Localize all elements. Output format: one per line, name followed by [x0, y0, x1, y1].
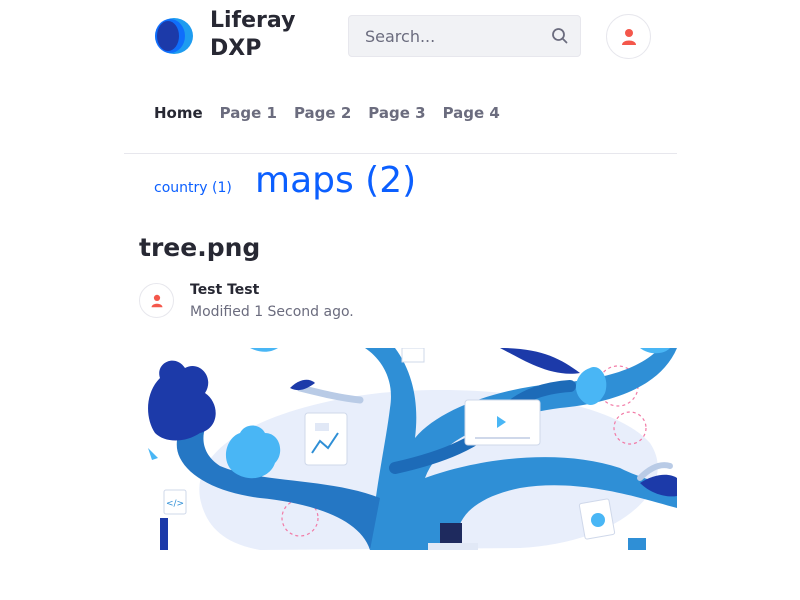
- nav-item-page-4[interactable]: Page 4: [443, 104, 500, 122]
- nav-item-page-1[interactable]: Page 1: [220, 104, 277, 122]
- nav-item-page-2[interactable]: Page 2: [294, 104, 351, 122]
- nav-item-page-3[interactable]: Page 3: [368, 104, 425, 122]
- user-icon: [622, 29, 636, 45]
- header-divider: [124, 153, 677, 154]
- search-input[interactable]: [349, 16, 539, 56]
- site-name[interactable]: Liferay DXP: [210, 7, 330, 63]
- liferay-logo-icon[interactable]: [152, 17, 194, 55]
- author-name: Test Test: [190, 282, 260, 298]
- tag-maps[interactable]: maps (2): [255, 159, 416, 203]
- document-title: tree.png: [139, 233, 261, 262]
- modified-date: Modified 1 Second ago.: [190, 304, 354, 320]
- tree-illustration-icon: </>: [148, 348, 677, 550]
- nav-item-home[interactable]: Home: [154, 104, 203, 122]
- author-avatar: [139, 283, 174, 318]
- user-menu-button[interactable]: [606, 14, 651, 59]
- search-icon[interactable]: [550, 26, 570, 46]
- tag-country[interactable]: country (1): [154, 180, 232, 196]
- document-preview-image[interactable]: </>: [140, 348, 677, 550]
- main-navigation: Home Page 1 Page 2 Page 3 Page 4: [154, 104, 517, 122]
- svg-text:</>: </>: [166, 499, 184, 509]
- search-bar: [348, 15, 581, 57]
- user-icon: [151, 294, 163, 308]
